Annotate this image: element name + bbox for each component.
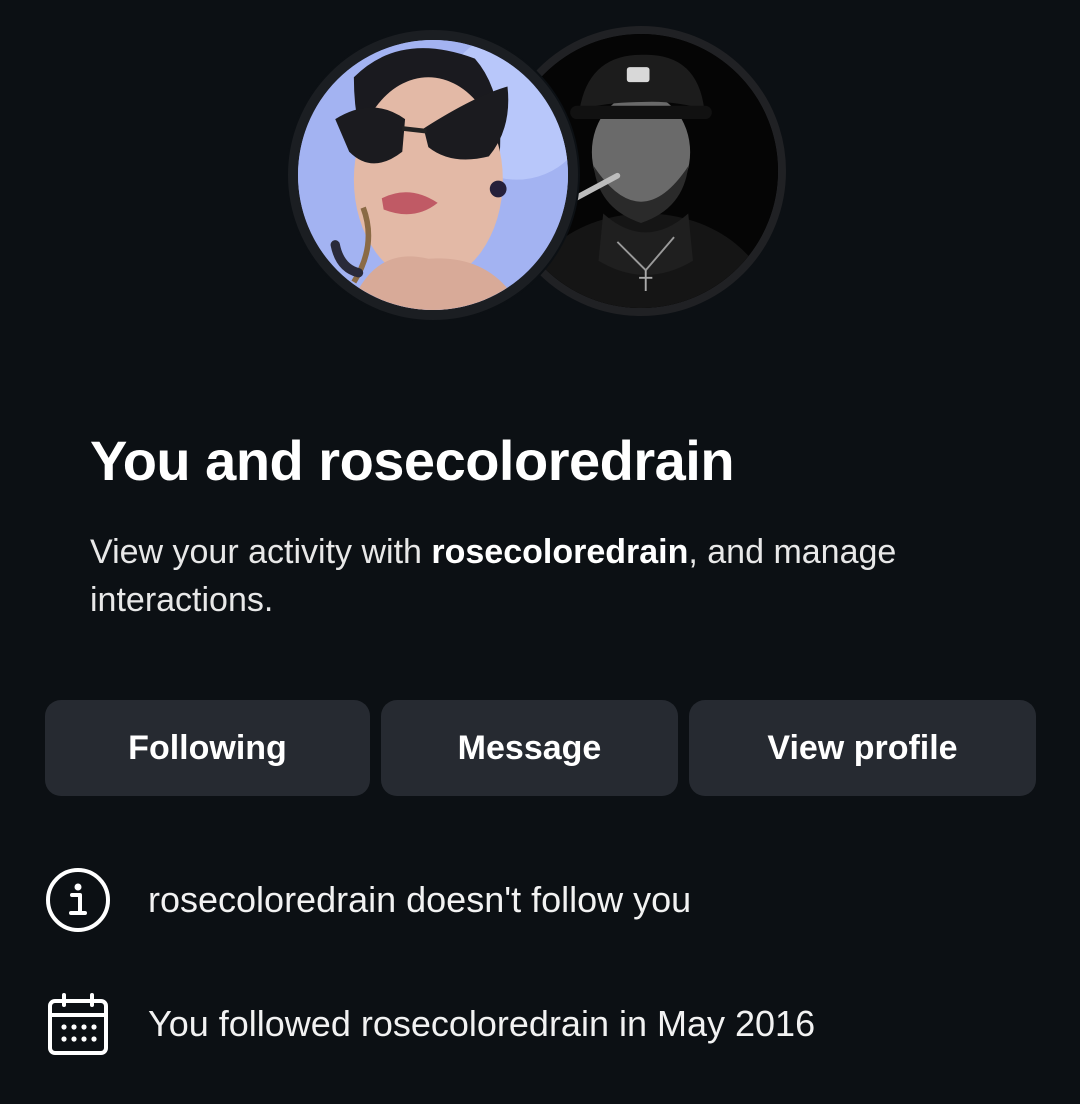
message-button[interactable]: Message [381,700,678,796]
avatar-group [0,0,1080,330]
view-profile-button[interactable]: View profile [689,700,1036,796]
following-button[interactable]: Following [45,700,370,796]
page-title: You and rosecoloredrain [90,429,735,492]
calendar-icon [44,990,112,1058]
follow-status-row: rosecoloredrain doesn't follow you [44,866,691,934]
info-icon [44,866,112,934]
profile-avatar-you[interactable] [288,30,578,320]
follow-status-text: rosecoloredrain doesn't follow you [148,879,692,920]
page-subtitle: View your activity with rosecoloredrain,… [90,528,990,624]
subtitle-prefix: View your activity with [90,533,432,571]
avatar-photo-icon [298,40,568,310]
subtitle-username: rosecoloredrain [431,533,689,571]
follow-date-row: You followed rosecoloredrain in May 2016 [44,990,815,1058]
follow-date-text: You followed rosecoloredrain in May 2016 [148,1003,816,1044]
